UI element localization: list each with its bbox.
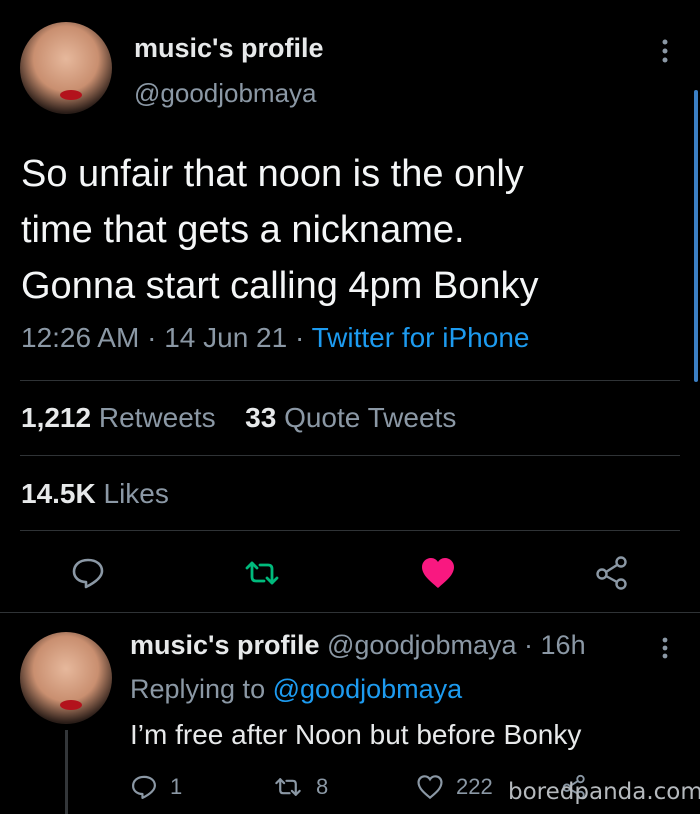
engagement-counts: 1,212 Retweets 33 Quote Tweets — [21, 402, 456, 434]
reply-author-name[interactable]: music's profile — [130, 630, 319, 660]
author-name[interactable]: music's profile — [134, 33, 323, 64]
reply-reply-action[interactable]: 1 — [130, 772, 182, 802]
replying-to: Replying to @goodjobmaya — [130, 674, 462, 705]
reply-author-handle[interactable]: @goodjobmaya — [327, 630, 517, 660]
thread-line — [65, 730, 68, 814]
quotes-label: Quote Tweets — [284, 402, 457, 433]
more-options-icon[interactable] — [655, 37, 675, 67]
likes-stat[interactable]: 14.5K Likes — [21, 478, 169, 510]
tweet-source-link[interactable]: Twitter for iPhone — [312, 322, 530, 353]
separator: · — [287, 322, 312, 353]
section-divider — [0, 612, 700, 613]
retweet-small-icon — [275, 778, 301, 796]
scrollbar[interactable] — [694, 90, 698, 382]
tweet-text-line: time that gets a nickname. — [21, 209, 465, 251]
like-icon[interactable] — [420, 556, 456, 590]
reply-age: · 16h — [524, 630, 586, 660]
reply-count: 1 — [170, 774, 183, 799]
tweet-date[interactable]: 14 Jun 21 — [164, 322, 287, 353]
tweet-text: So unfair that noon is the only time tha… — [21, 146, 539, 314]
reply-avatar[interactable] — [20, 632, 112, 724]
tweet-meta: 12:26 AM · 14 Jun 21 · Twitter for iPhon… — [21, 322, 529, 354]
divider — [20, 455, 680, 456]
divider — [20, 380, 680, 381]
reply-header: music's profile @goodjobmaya · 16h — [130, 630, 586, 661]
reply-more-options-icon[interactable] — [657, 635, 673, 663]
likes-label: Likes — [103, 478, 169, 509]
share-icon[interactable] — [594, 555, 630, 591]
like-count: 222 — [456, 774, 493, 799]
reply-small-icon — [132, 775, 156, 799]
divider — [20, 530, 680, 531]
retweets-label: Retweets — [98, 402, 216, 433]
tweet-text-line: So unfair that noon is the only — [21, 153, 524, 195]
quotes-count: 33 — [245, 402, 277, 433]
tweet-time[interactable]: 12:26 AM — [21, 322, 139, 353]
replying-to-handle[interactable]: @goodjobmaya — [273, 674, 463, 704]
likes-count: 14.5K — [21, 478, 96, 509]
retweet-icon[interactable] — [242, 555, 282, 591]
reply-like-action[interactable]: 222 — [416, 772, 493, 802]
heart-outline-icon — [417, 775, 443, 800]
retweets-stat[interactable]: 1,212 Retweets — [21, 402, 216, 433]
separator: · — [139, 322, 165, 353]
retweets-count: 1,212 — [21, 402, 92, 433]
author-handle[interactable]: @goodjobmaya — [134, 78, 317, 109]
replying-to-label: Replying to — [130, 674, 266, 704]
retweet-count: 8 — [316, 774, 329, 799]
avatar-lips — [60, 700, 82, 710]
avatar-lips — [60, 90, 82, 100]
reply-icon[interactable] — [70, 555, 106, 591]
tweet-text-line: Gonna start calling 4pm Bonky — [21, 265, 539, 307]
reply-text: I’m free after Noon but before Bonky — [130, 719, 582, 750]
reply-retweet-action[interactable]: 8 — [272, 772, 328, 802]
avatar[interactable] — [20, 22, 112, 114]
quotes-stat[interactable]: 33 Quote Tweets — [245, 402, 456, 433]
watermark: boredpanda.com — [508, 779, 700, 805]
